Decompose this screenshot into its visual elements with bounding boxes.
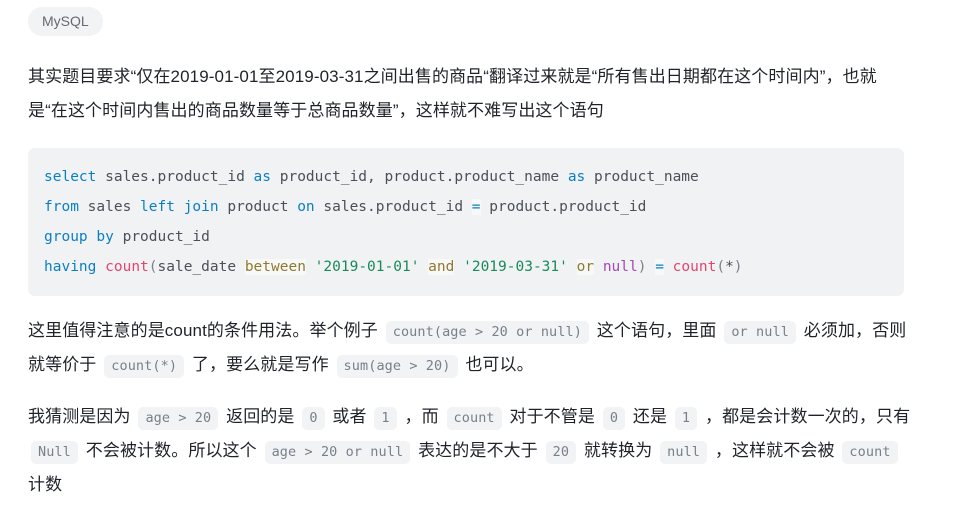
code-token: ): [733, 259, 743, 275]
inline-code-count-star: count(*): [104, 355, 185, 378]
code-token: on: [297, 199, 315, 215]
text-fragment: 了，要么就是写作: [191, 355, 329, 374]
code-token: by: [96, 229, 114, 245]
code-token: sales: [78, 199, 141, 215]
inline-code-20: 20: [545, 441, 577, 464]
code-token: count: [105, 259, 149, 275]
sql-code-block[interactable]: select sales.product_id as product_id, p…: [28, 148, 904, 296]
text-fragment: 这里值得注意的是count的条件用法。举个例子: [28, 321, 378, 340]
code-token: (: [148, 259, 158, 275]
inline-code-or-null: or null: [724, 321, 796, 344]
code-line: select sales.product_id as product_id, p…: [44, 162, 888, 192]
code-token: product_name: [585, 169, 699, 185]
text-fragment: 我猜测是因为: [28, 407, 131, 426]
text-fragment: 表达的是不大于: [418, 441, 538, 460]
inline-code-count: count: [446, 407, 502, 430]
text-fragment: 就转换为: [583, 441, 653, 460]
text-fragment: ，都是会计数一次的，只有: [704, 407, 911, 426]
code-token: group: [44, 229, 88, 245]
code-token: product_id, product.product_name: [271, 169, 568, 185]
article-page: MySQL 其实题目要求“仅在2019-01-01至2019-03-31之间出售…: [0, 0, 974, 525]
code-token: join: [183, 199, 219, 215]
code-token: count: [672, 259, 717, 275]
code-token: sales.product_id: [96, 169, 254, 185]
text-fragment: 还是: [632, 407, 668, 426]
code-token: having: [44, 259, 97, 275]
text-fragment: 也可以。: [465, 355, 534, 374]
code-token: product: [218, 199, 298, 215]
code-token: from: [44, 199, 79, 215]
code-token: *: [725, 259, 734, 275]
code-line: from sales left join product on sales.pr…: [44, 192, 888, 222]
inline-code-one-2: 1: [674, 407, 698, 430]
inline-code-null: null: [660, 441, 708, 464]
tag-list: MySQL: [0, 0, 974, 36]
code-token: and: [428, 259, 455, 275]
paragraph-count-usage: 这里值得注意的是count的条件用法。举个例子 count(age > 20 o…: [0, 314, 974, 382]
code-token: =: [655, 259, 664, 275]
code-token: null: [602, 259, 638, 275]
code-token: '2019-03-31': [463, 259, 568, 275]
text-fragment: ，而: [404, 407, 439, 426]
code-token: as: [567, 169, 586, 185]
text-fragment: 对于不管是: [509, 407, 595, 426]
paragraph-explanation: 我猜测是因为 age > 20 返回的是 0 或者 1 ，而 count 对于不…: [0, 400, 974, 502]
code-token: '2019-01-01': [314, 259, 420, 275]
text-fragment: 这个语句，里面: [596, 321, 717, 340]
tag-mysql[interactable]: MySQL: [28, 7, 103, 36]
code-token: product_id: [113, 229, 210, 245]
code-line: having count(sale_date between '2019-01-…: [44, 252, 888, 282]
code-line: group by product_id: [44, 222, 888, 252]
code-token: product.product_id: [480, 199, 647, 215]
inline-code-age-gt-20: age > 20: [138, 407, 219, 430]
inline-code-age-gt-20-or-null: age > 20 or null: [264, 441, 411, 464]
inline-code-sum-age: sum(age > 20): [336, 355, 458, 378]
text-fragment: 不会被计数。所以这个: [85, 441, 257, 460]
inline-code-count-2: count: [842, 441, 898, 464]
code-token: sales.product_id: [314, 199, 472, 215]
text-fragment: 或者: [332, 407, 367, 426]
code-token: =: [471, 199, 481, 215]
code-token: select: [44, 169, 97, 185]
code-token: sale_date: [157, 259, 245, 275]
inline-code-count-age-or-null: count(age > 20 or null): [385, 321, 589, 344]
inline-code-zero: 0: [302, 407, 325, 430]
inline-code-null-capital: Null: [31, 441, 78, 464]
inline-code-zero-2: 0: [602, 407, 626, 430]
paragraph-intro: 其实题目要求“仅在2019-01-01至2019-03-31之间出售的商品“翻译…: [28, 67, 877, 120]
code-token: left: [140, 199, 175, 215]
text-fragment: ，这样就不会被: [714, 441, 835, 460]
code-token: as: [253, 169, 271, 185]
text-fragment: 返回的是: [226, 407, 295, 426]
code-token: (: [716, 259, 726, 275]
code-token: between: [244, 259, 306, 275]
code-token: or: [576, 259, 595, 275]
inline-code-one: 1: [374, 407, 397, 430]
text-fragment: 计数: [28, 475, 63, 494]
